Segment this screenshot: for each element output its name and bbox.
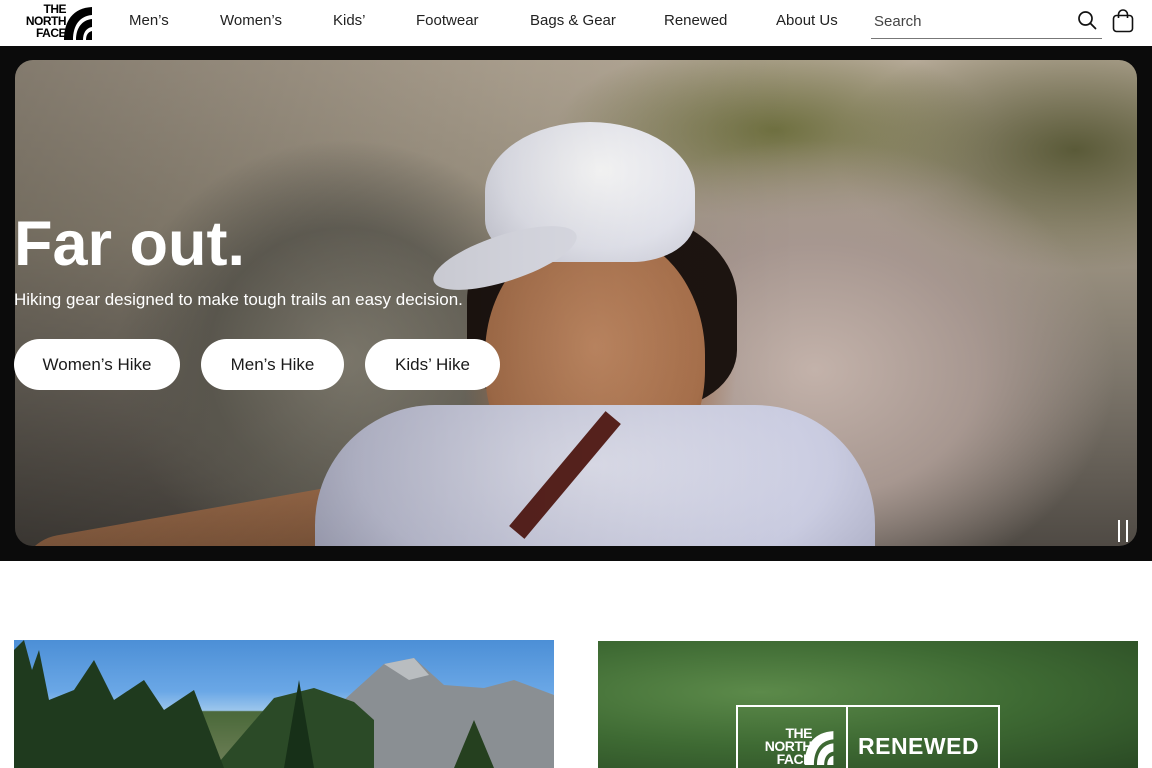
pause-icon[interactable] [1115, 518, 1131, 544]
mountain-landscape-image [14, 640, 554, 768]
nav-item-kids[interactable]: Kids’ [333, 12, 366, 29]
brand-logo-text: THE NORTH FACE [25, 2, 67, 40]
renewed-label: RENEWED [858, 733, 980, 759]
search-input[interactable] [874, 11, 1064, 31]
search-box [871, 4, 1102, 39]
half-dome-icon [804, 731, 834, 765]
womens-hike-button[interactable]: Women’s Hike [14, 339, 180, 390]
hero-subtitle: Hiking gear designed to make tough trail… [14, 290, 463, 309]
half-dome-icon [64, 7, 92, 40]
nav-item-bags-gear[interactable]: Bags & Gear [530, 12, 616, 29]
nav-item-womens[interactable]: Women’s [220, 12, 282, 29]
renewed-divider [846, 707, 848, 768]
renewed-promo-card[interactable]: THE NORTH FACE RENEWED [598, 641, 1138, 768]
shopping-bag-icon[interactable] [1112, 9, 1134, 33]
nav-item-about-us[interactable]: About Us [776, 12, 838, 29]
mens-hike-button[interactable]: Men’s Hike [201, 339, 344, 390]
hero-banner: Far out. Hiking gear designed to make to… [0, 46, 1152, 561]
renewed-logo-box: THE NORTH FACE RENEWED [736, 705, 1000, 768]
kids-hike-button[interactable]: Kids’ Hike [365, 339, 500, 390]
nav-item-footwear[interactable]: Footwear [416, 12, 479, 29]
hiking-promo-card[interactable] [14, 640, 554, 768]
hero-title: Far out. [14, 209, 245, 279]
brand-logo[interactable]: THE NORTH FACE [14, 3, 94, 40]
search-icon[interactable] [1077, 10, 1097, 30]
site-header: THE NORTH FACE Men’s Women’s Kids’ Footwea… [0, 0, 1152, 46]
nav-item-renewed[interactable]: Renewed [664, 12, 727, 29]
nav-item-mens[interactable]: Men’s [129, 12, 169, 29]
